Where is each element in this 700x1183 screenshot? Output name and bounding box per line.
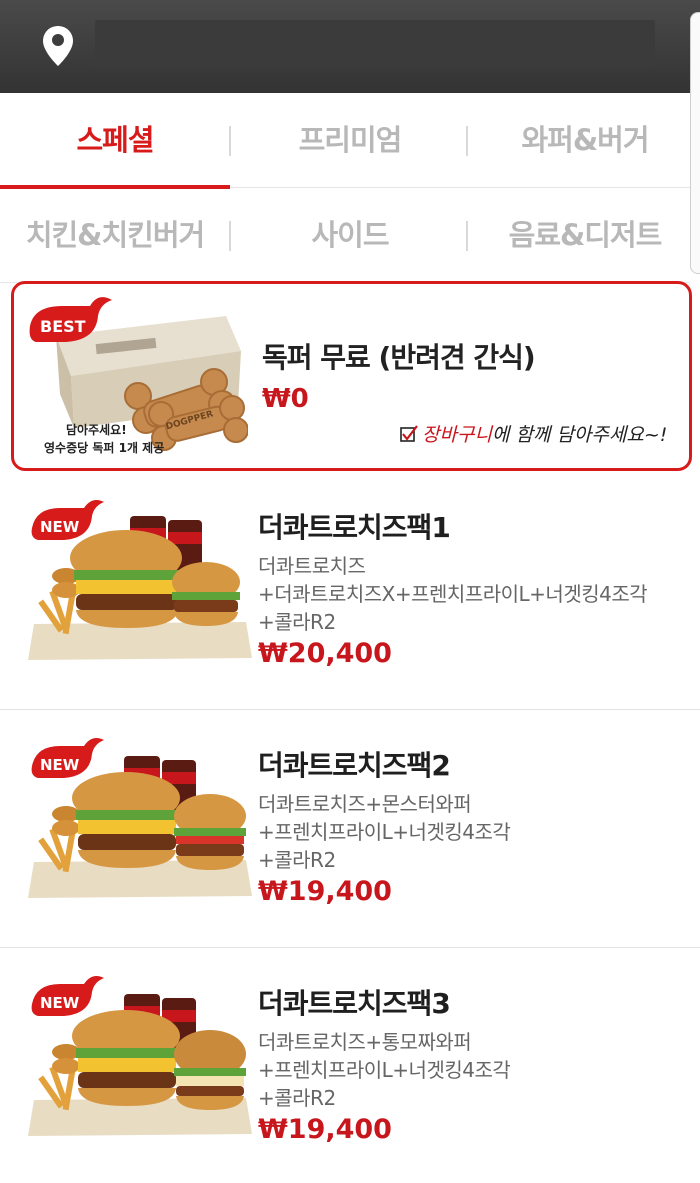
product-card[interactable]: NEW 더콰트로치즈팩2 더콰트로치즈+몬스터와퍼 +프렌치프라이L+너겟킹4조…	[0, 710, 700, 948]
tab-row-2: 치킨&치킨버거 사이드 음료&디저트	[0, 188, 690, 283]
new-badge: NEW	[40, 518, 80, 536]
location-pin-icon[interactable]	[40, 24, 76, 68]
featured-note: 장바구니에 함께 담아주세요~!	[400, 420, 667, 447]
featured-product-card[interactable]: DOGPPER BEST 담아주세요! 영수증당 독퍼 1개 제공 독퍼 무료 …	[11, 281, 692, 471]
product-description-line: 더콰트로치즈+몬스터와퍼	[258, 792, 472, 816]
top-header	[0, 0, 700, 93]
product-name: 더콰트로치즈팩2	[258, 749, 451, 782]
note-highlight: 장바구니	[422, 424, 492, 446]
product-description-line: 더콰트로치즈+통모짜와퍼	[258, 1030, 472, 1054]
tab-divider	[229, 126, 231, 156]
tab-divider	[229, 221, 231, 251]
tab-chicken[interactable]: 치킨&치킨버거	[0, 188, 230, 283]
tab-side[interactable]: 사이드	[235, 188, 465, 283]
product-name: 더콰트로치즈팩3	[258, 987, 451, 1020]
product-price: ₩20,400	[258, 638, 392, 669]
featured-title: 독퍼 무료 (반려견 간식)	[262, 341, 536, 374]
category-tabs: 스페셜 프리미엄 와퍼&버거 치킨&치킨버거 사이드 음료&디저트	[0, 93, 690, 283]
product-description: 더콰트로치즈+몬스터와퍼 +프렌치프라이L+너겟킹4조각 +콜라R2	[258, 790, 694, 874]
tab-divider	[466, 221, 468, 251]
product-description-line: +더콰트로치즈X+프렌치프라이L+너겟킹4조각	[258, 582, 648, 606]
tab-drinks-dessert[interactable]: 음료&디저트	[470, 188, 700, 283]
product-description: 더콰트로치즈+통모짜와퍼 +프렌치프라이L+너겟킹4조각 +콜라R2	[258, 1028, 694, 1112]
featured-price: ₩0	[262, 384, 309, 414]
image-caption-1: 담아주세요!	[66, 422, 127, 437]
best-badge: BEST	[40, 317, 86, 336]
product-description: 더콰트로치즈 +더콰트로치즈X+프렌치프라이L+너겟킹4조각 +콜라R2	[258, 552, 694, 636]
image-caption-2: 영수증당 독퍼 1개 제공	[44, 440, 164, 455]
new-badge: NEW	[40, 994, 80, 1012]
tab-row-1: 스페셜 프리미엄 와퍼&버거	[0, 93, 690, 189]
product-description-line: +콜라R2	[258, 848, 336, 872]
checkbox-check-icon	[400, 425, 418, 442]
new-badge: NEW	[40, 756, 80, 774]
product-description-line: 더콰트로치즈	[258, 554, 366, 578]
product-description-line: +콜라R2	[258, 610, 336, 634]
address-input[interactable]	[95, 20, 655, 68]
dogpper-product-image: DOGPPER BEST 담아주세요! 영수증당 독퍼 1개 제공	[29, 297, 248, 455]
product-name: 더콰트로치즈팩1	[258, 511, 451, 544]
tab-premium[interactable]: 프리미엄	[235, 93, 465, 188]
product-price: ₩19,400	[258, 876, 392, 907]
tab-special[interactable]: 스페셜	[0, 93, 230, 189]
tab-whopper-burger[interactable]: 와퍼&버거	[470, 93, 700, 188]
product-description-line: +콜라R2	[258, 1086, 336, 1110]
product-image: NEW	[28, 500, 252, 660]
tab-divider	[466, 126, 468, 156]
product-card[interactable]: NEW 더콰트로치즈팩1 더콰트로치즈 +더콰트로치즈X+프렌치프라이L+너겟킹…	[0, 472, 700, 710]
product-description-line: +프렌치프라이L+너겟킹4조각	[258, 1058, 511, 1082]
product-price: ₩19,400	[258, 1114, 392, 1145]
note-rest: 에 함께 담아주세요~!	[491, 424, 668, 446]
product-image: NEW	[28, 976, 252, 1136]
product-card[interactable]: NEW 더콰트로치즈팩3 더콰트로치즈+통모짜와퍼 +프렌치프라이L+너겟킹4조…	[0, 948, 700, 1183]
product-description-line: +프렌치프라이L+너겟킹4조각	[258, 820, 511, 844]
product-image: NEW	[28, 738, 252, 898]
